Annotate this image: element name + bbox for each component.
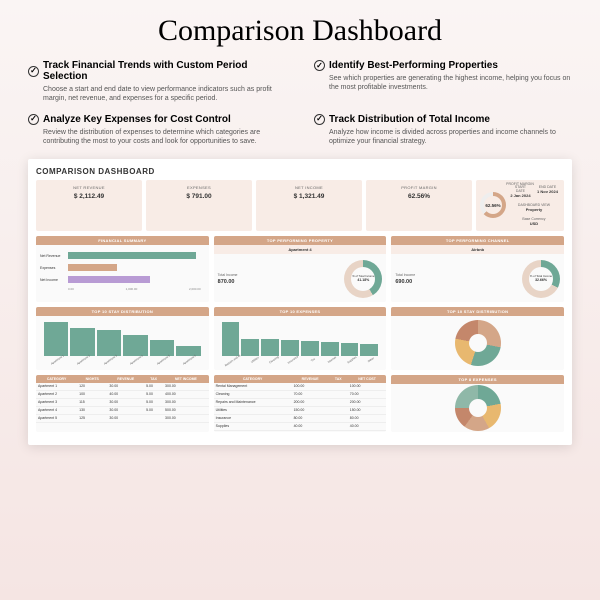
table-row: Apartment 512530.00300.00	[36, 414, 209, 422]
feature-item: Track Financial Trends with Custom Perio…	[28, 60, 286, 104]
stay-distribution-bars: TOP 10 STAY DISTRIBUTION Apartment 1Apar…	[36, 307, 209, 370]
property-ring-chart: % of Total Income41.18%	[344, 260, 382, 298]
kpi-expenses: EXPENSES $ 791.00	[146, 180, 252, 231]
kpi-label: EXPENSES	[150, 185, 248, 190]
donut-chart	[455, 385, 501, 431]
features-grid: Track Financial Trends with Custom Perio…	[28, 60, 572, 147]
feature-desc: Choose a start and end date to view perf…	[28, 85, 286, 104]
stay-distribution-donut: TOP 10 STAY DISTRIBUTION	[391, 307, 564, 370]
card-header: TOP 8 EXPENSES	[391, 375, 564, 384]
top-expenses-donut: TOP 8 EXPENSES	[391, 375, 564, 432]
check-icon	[314, 60, 325, 71]
feature-desc: Analyze how income is divided across pro…	[314, 128, 572, 147]
card-header: TOP 10 STAY DISTRIBUTION	[36, 307, 209, 316]
feature-title: Analyze Key Expenses for Cost Control	[43, 114, 231, 125]
card-header: FINANCIAL SUMMARY	[36, 236, 209, 245]
kpi-label: PROFIT MARGIN	[370, 185, 468, 190]
donut-chart	[455, 320, 501, 366]
kpi-row: NET REVENUE $ 2,112.49 EXPENSES $ 791.00 N…	[36, 180, 472, 231]
currency-select[interactable]: Base CurrencyUSD	[508, 215, 560, 228]
kpi-label: NET INCOME	[260, 185, 358, 190]
feature-title: Identify Best-Performing Properties	[329, 60, 498, 71]
dashboard-title: COMPARISON DASHBOARD	[36, 167, 564, 176]
bar-net-revenue	[68, 252, 196, 259]
property-name: Apartment 4	[214, 245, 387, 254]
card-header: TOP 10 STAY DISTRIBUTION	[391, 307, 564, 316]
feature-item: Identify Best-Performing Properties See w…	[314, 60, 572, 104]
feature-desc: Review the distribution of expenses to d…	[28, 128, 286, 147]
feature-title: Track Financial Trends with Custom Perio…	[43, 60, 286, 82]
category-table: CATEGORYNIGHTSREVENUETAXNET INCOME Apart…	[36, 375, 209, 432]
bar-expenses	[68, 264, 117, 271]
table-row: Repairs and Maintenance200.00200.00	[214, 398, 387, 406]
pm-label: PROFIT MARGIN	[476, 182, 564, 186]
channel-ring-chart: % of Total Income32.66%	[522, 260, 560, 298]
channel-name: Airbnb	[391, 245, 564, 254]
bar-net-income	[68, 276, 150, 283]
kpi-value: $ 1,321.49	[260, 193, 358, 200]
check-icon	[28, 114, 39, 125]
check-icon	[314, 114, 325, 125]
card-header: TOP PERFORMING PROPERTY	[214, 236, 387, 245]
kpi-label: NET REVENUE	[40, 185, 138, 190]
card-header: TOP PERFORMING CHANNEL	[391, 236, 564, 245]
card-header: TOP 10 EXPENSES	[214, 307, 387, 316]
income-value: 690.00	[395, 279, 518, 285]
income-value: 870.00	[218, 279, 341, 285]
feature-item: Track Distribution of Total Income Analyz…	[314, 114, 572, 147]
table-row: Rental Management100.00100.00	[214, 383, 387, 391]
table-row: Utilities150.00150.00	[214, 406, 387, 414]
table-row: Apartment 210040.005.00400.00	[36, 390, 209, 398]
kpi-net-income: NET INCOME $ 1,321.49	[256, 180, 362, 231]
table-row: Insurance80.0080.00	[214, 414, 387, 422]
financial-summary-card: FINANCIAL SUMMARY Net Revenue Expenses N…	[36, 236, 209, 302]
kpi-value: 62.56%	[370, 193, 468, 200]
view-select[interactable]: DASHBOARD VIEWProperty	[508, 201, 560, 214]
table-row: Cleaning70.0070.00	[214, 390, 387, 398]
kpi-value: $ 791.00	[150, 193, 248, 200]
expense-table: CATEGORYREVENUETAXNET COST Rental Manage…	[214, 375, 387, 432]
kpi-value: $ 2,112.49	[40, 193, 138, 200]
page-title: Comparison Dashboard	[28, 14, 572, 48]
profit-margin-ring: PROFIT MARGIN62.56% START DATE2 Jan 2024…	[476, 180, 564, 231]
feature-desc: See which properties are generating the …	[314, 74, 572, 93]
table-row: Supplies40.0040.00	[214, 422, 387, 430]
table-row: Apartment 112030.005.00300.00	[36, 383, 209, 391]
top-property-card: TOP PERFORMING PROPERTY Apartment 4 Tota…	[214, 236, 387, 302]
feature-item: Analyze Key Expenses for Cost Control Rev…	[28, 114, 286, 147]
top-expenses-bars: TOP 10 EXPENSES Repairs and M…UtilitiesC…	[214, 307, 387, 370]
kpi-net-revenue: NET REVENUE $ 2,112.49	[36, 180, 142, 231]
pm-value: 62.56%	[485, 203, 500, 208]
top-channel-card: TOP PERFORMING CHANNEL Airbnb Total Inco…	[391, 236, 564, 302]
feature-title: Track Distribution of Total Income	[329, 114, 490, 125]
check-icon	[28, 66, 39, 77]
dashboard-preview: COMPARISON DASHBOARD NET REVENUE $ 2,112.…	[28, 159, 572, 445]
table-row: Apartment 311530.005.00300.00	[36, 398, 209, 406]
kpi-profit-margin: PROFIT MARGIN 62.56%	[366, 180, 472, 231]
table-row: Apartment 413030.005.00500.00	[36, 406, 209, 414]
